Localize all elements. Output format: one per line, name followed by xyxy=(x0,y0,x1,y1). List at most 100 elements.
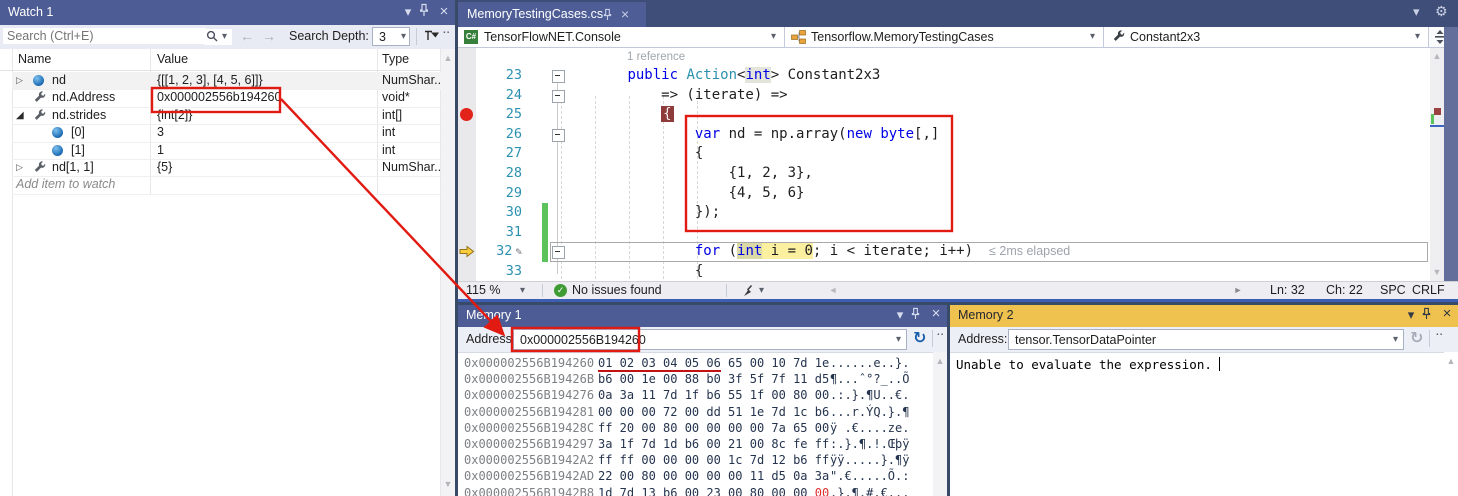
col-type[interactable]: Type xyxy=(382,52,409,66)
code-line[interactable]: 26 var nd = np.array(new byte[,] xyxy=(458,125,1430,145)
filter-watch-icon[interactable] xyxy=(423,28,440,44)
watch-row[interactable]: ▷nd[1, 1]{5}NumShar... xyxy=(12,159,441,177)
breakpoint-icon[interactable] xyxy=(460,108,473,121)
pin-icon[interactable] xyxy=(418,3,434,21)
expander-expanded-icon[interactable]: ◢ xyxy=(16,110,24,121)
pin-icon[interactable] xyxy=(910,307,926,325)
code-line[interactable]: 25 { xyxy=(458,105,1430,125)
add-watch-item[interactable]: Add item to watch xyxy=(16,177,115,191)
watch-value[interactable]: {5} xyxy=(157,160,172,174)
close-icon[interactable]: × xyxy=(928,305,944,323)
line-number[interactable]: 28 xyxy=(476,164,522,184)
close-icon[interactable]: × xyxy=(436,3,452,21)
watch-row[interactable]: ◢nd.strides{int[2]}int[] xyxy=(12,107,441,125)
scroll-up-icon[interactable]: ▲ xyxy=(1444,356,1458,366)
chevron-down-icon[interactable]: ▾ xyxy=(1415,31,1420,42)
zoom-select[interactable]: 115 % xyxy=(466,283,501,297)
back-icon[interactable]: ← xyxy=(240,28,254,44)
nav-combo-1[interactable]: C#TensorFlowNET.Console▾ xyxy=(458,27,785,47)
line-number[interactable]: 27 xyxy=(476,144,522,164)
watch-row[interactable]: [0]3int xyxy=(12,124,441,142)
scroll-down-icon[interactable]: ▼ xyxy=(441,479,455,489)
chevron-down-icon[interactable]: ▾ xyxy=(1090,31,1095,42)
broom-icon[interactable] xyxy=(742,284,756,298)
line-number[interactable]: 33 xyxy=(476,262,522,282)
scroll-up-icon[interactable]: ▲ xyxy=(441,53,455,63)
search-input[interactable] xyxy=(3,28,206,44)
expander-collapsed-icon[interactable]: ▷ xyxy=(16,162,23,173)
address-combo[interactable]: tensor.TensorDataPointer ▾ xyxy=(1008,329,1404,350)
window-menu-icon[interactable]: ▾ xyxy=(400,3,416,21)
health-text[interactable]: No issues found xyxy=(572,283,662,297)
expander-collapsed-icon[interactable]: ▷ xyxy=(16,75,23,86)
line-number[interactable]: 32✎ xyxy=(476,242,522,262)
pin-icon[interactable] xyxy=(1421,307,1437,325)
toolbar-overflow[interactable]: .. xyxy=(443,25,451,36)
line-number[interactable]: 29 xyxy=(476,184,522,204)
line-number[interactable]: 23 xyxy=(476,66,522,86)
scroll-left-icon[interactable]: ◄ xyxy=(826,285,840,295)
watch-row[interactable]: [1]1int xyxy=(12,142,441,160)
line-number[interactable]: 30 xyxy=(476,203,522,223)
col-name[interactable]: Name xyxy=(18,52,51,66)
memory2-message[interactable]: Unable to evaluate the expression. xyxy=(956,357,1220,372)
toolbar-overflow[interactable]: .. xyxy=(1436,327,1444,338)
chevron-down-icon[interactable]: ▾ xyxy=(759,285,764,296)
scroll-up-icon[interactable]: ▲ xyxy=(1430,51,1444,61)
line-number[interactable]: 26 xyxy=(476,125,522,145)
memory-row: 0x000002556B1942A2ff ff 00 00 00 00 1c 7… xyxy=(458,452,933,468)
scroll-down-icon[interactable]: ▼ xyxy=(1430,267,1444,277)
tab-pin-icon[interactable] xyxy=(602,8,613,21)
refresh-icon[interactable]: ↻ xyxy=(913,328,926,348)
refresh-icon[interactable]: ↻ xyxy=(1410,328,1423,348)
watch-row[interactable]: ▷nd{[[1, 2, 3], [4, 5, 6]]}NumShar... xyxy=(12,72,441,90)
code-surface[interactable]: 1 reference 23 public Action<int> Consta… xyxy=(458,48,1430,281)
search-depth-combo[interactable]: 3 ▾ xyxy=(372,27,410,46)
chevron-down-icon[interactable]: ▾ xyxy=(520,285,525,296)
watch-value[interactable]: 3 xyxy=(157,125,164,139)
gear-icon[interactable]: ⚙ xyxy=(1435,3,1448,20)
editor-window-menu-icon[interactable]: ▾ xyxy=(1413,4,1420,20)
nav-combo-3[interactable]: Constant2x3▾ xyxy=(1104,27,1429,47)
nav-combo-label: TensorFlowNET.Console xyxy=(484,30,621,44)
code-text: {1, 2, 3}, xyxy=(560,164,813,184)
memory2-scrollbar[interactable]: ▲ xyxy=(1444,352,1458,496)
forward-icon[interactable]: → xyxy=(262,28,276,44)
code-line[interactable]: 23 public Action<int> Constant2x3 xyxy=(458,66,1430,86)
code-line[interactable]: 27 { xyxy=(458,144,1430,164)
watch-row[interactable]: Add item to watch xyxy=(12,176,441,194)
code-line[interactable]: 31 xyxy=(458,223,1430,243)
col-value[interactable]: Value xyxy=(157,52,188,66)
line-number[interactable]: 25 xyxy=(476,105,522,125)
watch-value[interactable]: 1 xyxy=(157,143,164,157)
window-menu-icon[interactable]: ▾ xyxy=(892,306,908,324)
line-number[interactable]: 31 xyxy=(476,223,522,243)
scroll-right-icon[interactable]: ► xyxy=(1231,285,1245,295)
toolbar-overflow[interactable]: .. xyxy=(937,327,945,338)
watch-value[interactable]: 0x000002556b194260 xyxy=(157,90,281,104)
tab-memorytestingcases[interactable]: MemoryTestingCases.cs × xyxy=(458,2,646,27)
code-line[interactable]: 24 => (iterate) => xyxy=(458,86,1430,106)
editor-scrollbar[interactable]: ▲ ▼ xyxy=(1430,48,1444,281)
watch-value[interactable]: {int[2]} xyxy=(157,108,192,122)
tab-close-icon[interactable]: × xyxy=(621,6,629,22)
memory1-scrollbar[interactable]: ▲ xyxy=(933,352,947,496)
watch-row[interactable]: nd.Address0x000002556b194260void* xyxy=(12,89,441,107)
watch-value[interactable]: {[[1, 2, 3], [4, 5, 6]]} xyxy=(157,73,263,87)
code-line[interactable]: 33 { xyxy=(458,262,1430,282)
address-combo[interactable]: 0x000002556B194260 ▾ xyxy=(513,329,907,350)
current-line-border xyxy=(550,242,1428,262)
code-line[interactable]: 29 {4, 5, 6} xyxy=(458,184,1430,204)
close-icon[interactable]: × xyxy=(1439,305,1455,323)
code-line[interactable]: 30 }); xyxy=(458,203,1430,223)
watch-scrollbar[interactable]: ▲ ▼ xyxy=(441,49,455,496)
code-line[interactable]: 28 {1, 2, 3}, xyxy=(458,164,1430,184)
health-check-icon[interactable]: ✓ xyxy=(554,284,567,297)
window-menu-icon[interactable]: ▾ xyxy=(1403,306,1419,324)
search-icon[interactable]: ▾ xyxy=(204,29,232,45)
scroll-up-icon[interactable]: ▲ xyxy=(933,356,947,366)
memory-hex-view[interactable]: 0x000002556B19426001 02 03 04 05 06 65 0… xyxy=(458,352,933,496)
nav-combo-2[interactable]: Tensorflow.MemoryTestingCases▾ xyxy=(785,27,1104,47)
chevron-down-icon[interactable]: ▾ xyxy=(771,31,776,42)
line-number[interactable]: 24 xyxy=(476,86,522,106)
